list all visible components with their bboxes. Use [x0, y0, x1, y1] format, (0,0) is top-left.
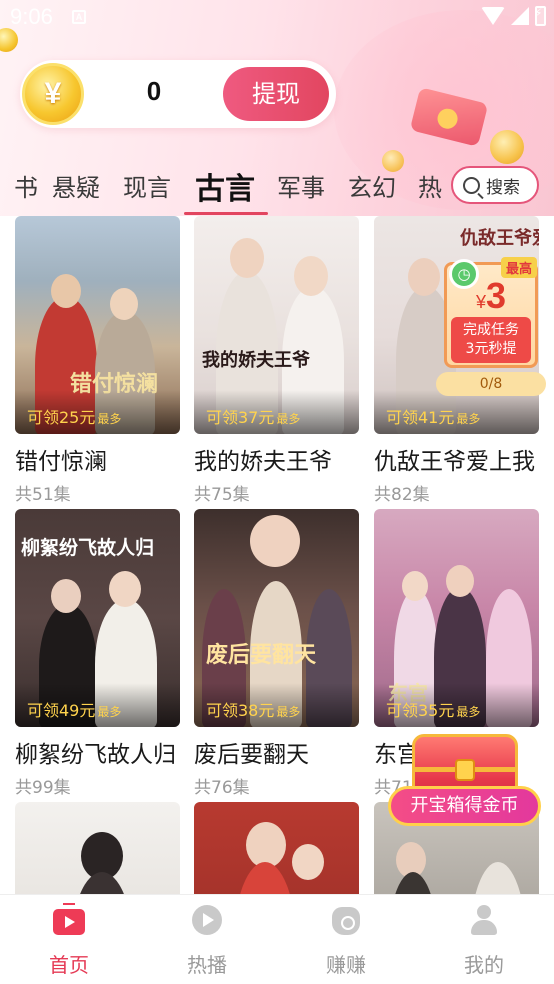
reward-badge: 可领35元 最多 [374, 683, 539, 727]
drama-title: 废后要翻天 [194, 742, 309, 768]
lock-icon [455, 759, 475, 781]
active-tab-indicator [184, 212, 268, 215]
wifi-icon [481, 7, 505, 25]
status-time: 9:06 [10, 4, 53, 29]
drama-card[interactable]: 我的娇夫王爷 可领37元 最多 我的娇夫王爷 共75集 [194, 216, 359, 505]
task-progress-bar: 0/8 [436, 372, 546, 396]
task-progress-text: 0/8 [479, 376, 503, 392]
tab-book[interactable]: 书 [14, 168, 38, 203]
nav-label: 我的 [464, 953, 504, 977]
tab-ancient-romance[interactable]: 古言 [195, 164, 255, 208]
drama-poster[interactable]: 错付惊澜 可领25元 最多 [15, 216, 180, 434]
signal-icon [511, 7, 529, 25]
open-chest-button[interactable]: 开宝箱得金币 [388, 786, 541, 826]
nav-home[interactable]: 首页 [0, 903, 138, 978]
task-card[interactable]: ◷ 最高 ¥3 完成任务 3元秒提 [444, 257, 538, 368]
status-bar: 9:06 A [0, 0, 554, 36]
drama-title: 错付惊澜 [15, 449, 107, 475]
poster-title-art: 我的娇夫王爷 [202, 350, 310, 371]
tab-modern-romance[interactable]: 现言 [123, 168, 171, 203]
wallet-card: ¥ 0 提现 [20, 60, 336, 128]
nav-profile[interactable]: 我的 [415, 905, 553, 978]
episode-count: 共76集 [194, 778, 250, 798]
coin-balance: 0 [146, 76, 162, 106]
yuan-coin-icon: ¥ [22, 63, 84, 125]
episode-count: 共99集 [15, 778, 71, 798]
task-description: 完成任务 3元秒提 [451, 317, 531, 363]
nav-label: 热播 [187, 953, 227, 977]
drama-title: 柳絮纷飞故人归 [15, 742, 176, 768]
play-icon [191, 905, 223, 935]
episode-count: 共51集 [15, 485, 71, 505]
tab-suspense[interactable]: 悬疑 [52, 168, 100, 203]
episode-count: 共82集 [374, 485, 430, 505]
drama-card[interactable]: 错付惊澜 可领25元 最多 错付惊澜 共51集 [15, 216, 180, 505]
tab-hot[interactable]: 热 [418, 168, 442, 203]
task-reward-amount: ¥3 [475, 275, 507, 316]
drama-poster[interactable]: 柳絮纷飞故人归 可领49元 最多 [15, 509, 180, 727]
task-reward-widget[interactable]: ◷ 最高 ¥3 完成任务 3元秒提 0/8 [436, 257, 546, 398]
reward-badge: 可领49元 最多 [15, 683, 180, 727]
notification-icon: A [72, 10, 86, 24]
reward-badge: 可领38元 最多 [194, 683, 359, 727]
person-icon [468, 905, 500, 935]
poster-title-art: 废后要翻天 [206, 642, 317, 668]
tab-fantasy[interactable]: 玄幻 [348, 168, 396, 203]
reward-badge: 可领37元 最多 [194, 390, 359, 434]
withdraw-button[interactable]: 提现 [223, 67, 329, 121]
search-label: 搜索 [486, 177, 520, 198]
tv-home-icon [53, 903, 85, 935]
treasure-chest-widget[interactable]: 开宝箱得金币 [388, 730, 544, 860]
poster-title-art: 柳絮纷飞故人归 [21, 537, 155, 559]
drama-title: 仇敌王爷爱上我 [374, 449, 535, 475]
search-button[interactable]: 搜索 [451, 166, 539, 204]
battery-icon [534, 6, 546, 26]
money-bag-icon [330, 905, 362, 935]
gold-coin-icon [490, 130, 524, 164]
drama-card[interactable] [15, 802, 180, 894]
search-icon [463, 176, 480, 194]
drama-poster[interactable] [194, 802, 359, 894]
bottom-nav: 首页 热播 赚赚 我的 [0, 894, 554, 984]
drama-poster[interactable]: 东宫 可领35元最多 [374, 509, 539, 727]
drama-title: 我的娇夫王爷 [194, 449, 332, 475]
poster-title-art: 仇敌王爷爱上我 [460, 228, 539, 249]
episode-count: 共75集 [194, 485, 250, 505]
reward-badge: 可领25元 最多 [15, 390, 180, 434]
nav-earn[interactable]: 赚赚 [277, 905, 415, 978]
drama-card[interactable]: 废后要翻天 可领38元 最多 废后要翻天 共76集 [194, 509, 359, 798]
tab-military[interactable]: 军事 [277, 168, 325, 203]
drama-poster[interactable]: 我的娇夫王爷 可领37元 最多 [194, 216, 359, 434]
drama-poster[interactable]: 废后要翻天 可领38元 最多 [194, 509, 359, 727]
nav-label: 赚赚 [326, 953, 366, 977]
drama-card[interactable]: 柳絮纷飞故人归 可领49元 最多 柳絮纷飞故人归 共99集 [15, 509, 180, 798]
drama-poster[interactable] [15, 802, 180, 894]
drama-card[interactable] [194, 802, 359, 894]
nav-hot[interactable]: 热播 [138, 905, 276, 978]
category-tabs: 书 悬疑 现言 古言 军事 玄幻 热 搜索 [0, 160, 554, 216]
nav-label: 首页 [49, 953, 89, 977]
